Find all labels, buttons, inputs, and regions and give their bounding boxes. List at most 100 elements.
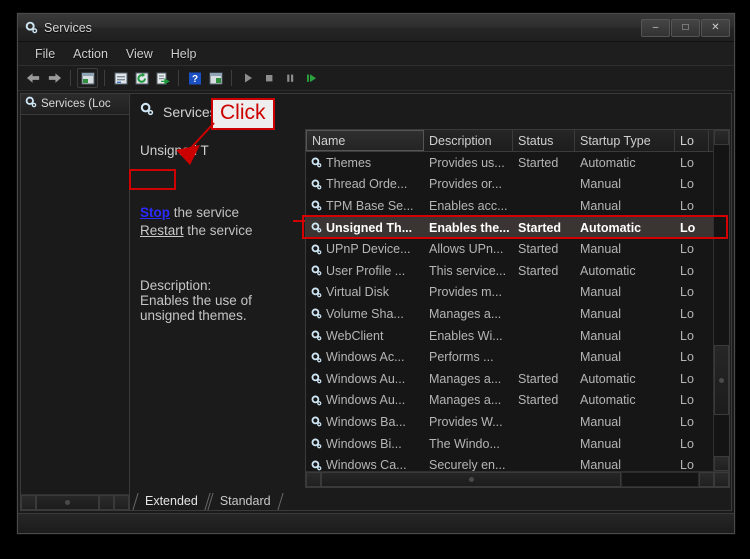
toolbar: ? (18, 66, 734, 91)
scroll-up-arrow[interactable] (714, 130, 729, 145)
service-name-text: Windows Au... (326, 371, 406, 386)
cell-log-on-as: Lo (680, 328, 694, 343)
tab-extended[interactable]: Extended (133, 493, 208, 510)
stop-service-link[interactable]: Stop (140, 205, 170, 220)
table-row[interactable]: Virtual Disk Provides m... Manual Lo (306, 282, 713, 304)
title-bar: Services – □ ✕ (18, 14, 734, 42)
scroll-left-arrow[interactable] (21, 495, 36, 510)
cell-log-on-as: Lo (680, 458, 694, 471)
menu-file[interactable]: File (26, 45, 64, 63)
service-name-text: Windows Au... (326, 393, 406, 408)
cell-description: Enables Wi... (429, 328, 503, 343)
stop-service-icon[interactable] (259, 69, 278, 87)
scroll-right-arrow[interactable] (99, 495, 114, 510)
tab-standard[interactable]: Standard (208, 493, 281, 510)
table-row[interactable]: Thread Orde... Provides or... Manual Lo (306, 174, 713, 196)
cell-startup-type: Manual (580, 306, 621, 321)
cell-description: Provides us... (429, 155, 505, 170)
scroll-extra-arrow[interactable] (114, 495, 129, 510)
scroll-left-arrow[interactable] (306, 472, 321, 487)
services-list-horizontal-scrollbar[interactable] (306, 471, 729, 487)
cell-log-on-as: Lo (680, 393, 694, 408)
start-service-icon[interactable] (238, 69, 257, 87)
cell-startup-type: Manual (580, 458, 621, 471)
cell-description: Manages a... (429, 306, 502, 321)
cell-status: Started (518, 220, 562, 235)
menu-action[interactable]: Action (64, 45, 117, 63)
description-line-2: unsigned themes. (140, 308, 247, 323)
show-hide-console-tree-icon[interactable] (77, 68, 98, 88)
click-callout-label: Click (211, 98, 275, 130)
back-arrow-icon[interactable] (24, 69, 43, 87)
cell-name: Windows Bi... (306, 437, 424, 451)
scroll-thumb[interactable] (321, 472, 621, 487)
window-controls: – □ ✕ (641, 18, 732, 37)
column-header-description[interactable]: Description (424, 130, 513, 151)
scroll-thumb[interactable] (36, 495, 99, 510)
description-line-1: Enables the use of (140, 293, 252, 308)
cell-description: The Windo... (429, 436, 500, 451)
service-info-column: Unsigned T Stop the service Restart the … (129, 98, 343, 489)
table-row[interactable]: Themes Provides us... Started Automatic Lo (306, 152, 713, 174)
properties-icon[interactable] (111, 69, 130, 87)
cell-description: Manages a... (429, 371, 502, 386)
show-hide-action-pane-icon[interactable] (206, 69, 225, 87)
pause-service-icon[interactable] (280, 69, 299, 87)
table-row[interactable]: Volume Sha... Manages a... Manual Lo (306, 303, 713, 325)
maximize-button[interactable]: □ (671, 18, 700, 37)
help-icon[interactable]: ? (185, 69, 204, 87)
table-row[interactable]: Windows Ca... Securely en... Manual Lo (306, 454, 713, 471)
column-header-name[interactable]: Name (306, 130, 424, 151)
restart-service-action: Restart the service (140, 223, 305, 238)
menu-help[interactable]: Help (162, 45, 206, 63)
column-header-startup-type[interactable]: Startup Type (575, 130, 675, 151)
table-row[interactable]: User Profile ... This service... Started Au… (306, 260, 713, 282)
services-gear-icon (140, 102, 154, 121)
table-row[interactable]: WebClient Enables Wi... Manual Lo (306, 325, 713, 347)
tree-horizontal-scrollbar[interactable] (21, 494, 129, 510)
table-row[interactable]: TPM Base Se... Enables acc... Manual Lo (306, 195, 713, 217)
services-list-vertical-scrollbar[interactable] (713, 130, 729, 471)
cell-description: This service... (429, 263, 507, 278)
scroll-track[interactable] (621, 472, 699, 487)
table-row[interactable]: Windows Bi... The Windo... Manual Lo (306, 433, 713, 455)
services-list-main: Name Description Status Startup Type Lo … (306, 130, 729, 471)
restart-service-icon[interactable] (301, 69, 320, 87)
column-header-status[interactable]: Status (513, 130, 575, 151)
table-row[interactable]: Unsigned Th... Enables the... Started Autom… (306, 216, 713, 239)
table-row[interactable]: Windows Ac... Performs ... Manual Lo (306, 346, 713, 368)
cell-name: UPnP Device... (306, 242, 424, 256)
cell-description: Performs ... (429, 350, 494, 365)
scroll-right-arrow[interactable] (699, 472, 714, 487)
export-list-icon[interactable] (153, 69, 172, 87)
scroll-thumb[interactable] (714, 345, 729, 415)
close-button[interactable]: ✕ (701, 18, 730, 37)
cell-name: User Profile ... (306, 264, 424, 278)
cell-startup-type: Automatic (580, 393, 636, 408)
service-name-text: WebClient (326, 328, 384, 343)
cell-log-on-as: Lo (680, 242, 694, 257)
cell-startup-type: Manual (580, 414, 621, 429)
cell-description: Manages a... (429, 393, 502, 408)
tree-body (21, 115, 129, 494)
restart-service-link[interactable]: Restart (140, 223, 184, 238)
minimize-button[interactable]: – (641, 18, 670, 37)
scroll-track-lower[interactable] (714, 415, 729, 456)
menu-view[interactable]: View (117, 45, 162, 63)
cell-startup-type: Manual (580, 198, 621, 213)
scroll-down-arrow[interactable] (714, 456, 729, 471)
cell-name: Volume Sha... (306, 307, 424, 321)
table-row[interactable]: Windows Ba... Provides W... Manual Lo (306, 411, 713, 433)
cell-startup-type: Automatic (580, 155, 636, 170)
tree-root-item[interactable]: Services (Loc (21, 94, 129, 115)
table-row[interactable]: Windows Au... Manages a... Started Automati… (306, 368, 713, 390)
service-name-text: Thread Orde... (326, 177, 408, 192)
table-row[interactable]: Windows Au... Manages a... Started Automati… (306, 390, 713, 412)
column-header-log-on-as[interactable]: Lo (675, 130, 709, 151)
refresh-icon[interactable] (132, 69, 151, 87)
forward-arrow-icon[interactable] (45, 69, 64, 87)
cell-name: TPM Base Se... (306, 199, 424, 213)
scroll-track-upper[interactable] (714, 145, 729, 345)
cell-log-on-as: Lo (680, 350, 694, 365)
table-row[interactable]: UPnP Device... Allows UPn... Started Manual… (306, 238, 713, 260)
